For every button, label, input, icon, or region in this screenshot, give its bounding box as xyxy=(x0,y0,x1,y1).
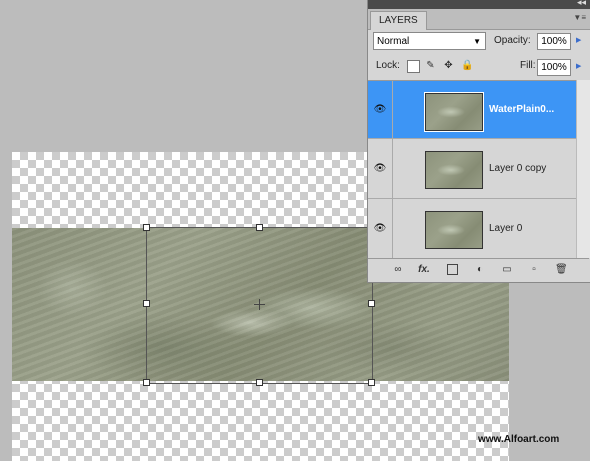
panel-top-bar: ◂◂ xyxy=(368,0,590,9)
opacity-arrow-icon[interactable]: ▶ xyxy=(576,36,581,44)
link-layers-icon[interactable]: ∞ xyxy=(392,264,404,276)
layer-name: Layer 0 copy xyxy=(489,163,547,174)
layers-scrollbar[interactable] xyxy=(576,80,590,258)
transform-handle-left[interactable] xyxy=(143,300,150,307)
lock-label: Lock: xyxy=(376,60,400,71)
lock-all-icon[interactable]: 🔒 xyxy=(461,60,473,71)
mask-icon[interactable] xyxy=(447,264,458,275)
double-arrow-icon[interactable]: ◂◂ xyxy=(577,0,586,8)
layers-footer-toolbar: ∞ fx. ◐ ▭ ▫ 🗑 xyxy=(368,258,589,283)
fill-label: Fill: xyxy=(520,60,536,71)
layer-name: WaterPlain0... xyxy=(489,104,555,115)
transform-handle-bottom-right[interactable] xyxy=(368,379,375,386)
layer-thumbnail xyxy=(424,92,484,132)
group-icon[interactable]: ▭ xyxy=(501,264,513,276)
blend-mode-select[interactable]: Normal ▼ xyxy=(373,32,486,50)
tab-layers[interactable]: LAYERS xyxy=(370,11,427,30)
panel-menu-icon[interactable]: ▼≡ xyxy=(573,13,586,22)
opacity-field[interactable]: 100% xyxy=(537,33,571,50)
layer-thumbnail xyxy=(425,151,483,189)
panel-tab-row: LAYERS ▼≡ xyxy=(368,9,590,30)
fx-icon[interactable]: fx. xyxy=(418,264,430,276)
lock-fill-row: Lock: ✎ ✥ 🔒 Fill: 100% ▶ xyxy=(373,57,587,77)
adjustment-icon[interactable]: ◐ xyxy=(474,264,486,276)
new-layer-icon[interactable]: ▫ xyxy=(528,264,540,276)
blend-opacity-row: Normal ▼ Opacity: 100% ▶ xyxy=(373,32,587,52)
visibility-eye-icon[interactable]: 👁 xyxy=(368,139,393,198)
fill-arrow-icon[interactable]: ▶ xyxy=(576,62,581,70)
blend-mode-value: Normal xyxy=(377,36,410,47)
layer-row-layer0-copy[interactable]: 👁 Layer 0 copy xyxy=(368,139,576,199)
lock-brush-icon[interactable]: ✎ xyxy=(425,60,436,71)
chevron-down-icon: ▼ xyxy=(473,37,481,46)
lock-move-icon[interactable]: ✥ xyxy=(443,60,454,71)
transform-handle-right[interactable] xyxy=(368,300,375,307)
lock-transparent-icon[interactable] xyxy=(407,60,420,73)
visibility-eye-icon[interactable]: 👁 xyxy=(368,199,393,258)
watermark: www.Alfoart.com xyxy=(478,434,560,445)
transform-handle-bottom[interactable] xyxy=(256,379,263,386)
transform-handle-top[interactable] xyxy=(256,224,263,231)
transform-handle-top-left[interactable] xyxy=(143,224,150,231)
layer-row-waterplain[interactable]: 👁 WaterPlain0... xyxy=(368,81,576,139)
layers-panel: ◂◂ LAYERS ▼≡ Normal ▼ Opacity: 100% ▶ Lo… xyxy=(367,0,590,283)
layer-name: Layer 0 xyxy=(489,223,523,234)
trash-icon[interactable]: 🗑 xyxy=(555,264,568,276)
layer-thumbnail xyxy=(425,211,483,249)
opacity-label: Opacity: xyxy=(494,35,531,46)
layer-row-layer0[interactable]: 👁 Layer 0 xyxy=(368,199,576,259)
transform-center-icon[interactable] xyxy=(254,299,265,310)
layers-list: 👁 WaterPlain0... 👁 Layer 0 copy 👁 Layer … xyxy=(368,80,576,259)
transform-handle-bottom-left[interactable] xyxy=(143,379,150,386)
fill-field[interactable]: 100% xyxy=(537,59,571,76)
visibility-eye-icon[interactable]: 👁 xyxy=(368,81,393,138)
